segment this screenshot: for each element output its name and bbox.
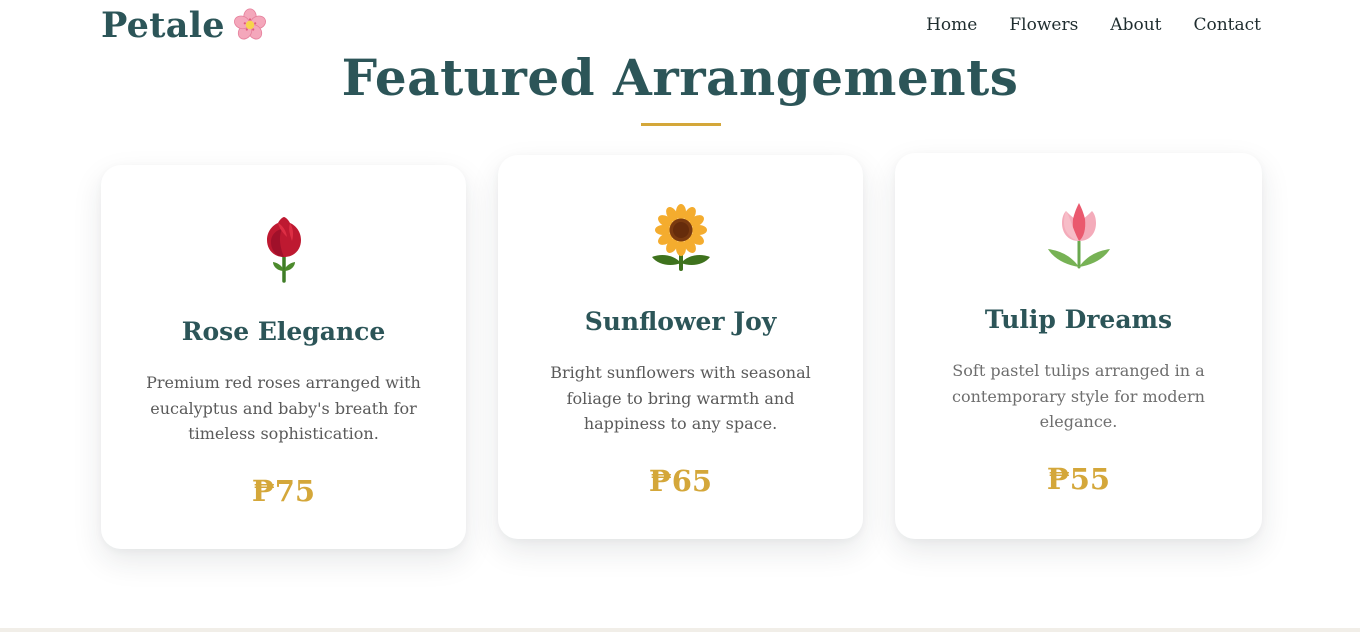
nav-flowers-link[interactable]: Flowers (1009, 15, 1078, 35)
site-header: Petale Home Flowers About Contact (101, 0, 1261, 50)
product-card-rose[interactable]: Rose Elegance Premium red roses arranged… (101, 165, 466, 549)
nav-home-link[interactable]: Home (926, 15, 977, 35)
product-description: Bright sunflowers with seasonal foliage … (550, 363, 811, 433)
nav-about-link[interactable]: About (1110, 15, 1161, 35)
product-price: ₱75 (251, 474, 316, 508)
product-price: ₱55 (1046, 462, 1111, 496)
product-name: Sunflower Joy (584, 307, 777, 336)
sunflower-icon (651, 204, 710, 271)
product-card-sunflower[interactable]: Sunflower Joy Bright sunflowers with sea… (498, 155, 863, 539)
section-title: Featured Arrangements (341, 48, 1019, 107)
product-price: ₱65 (648, 464, 713, 498)
product-description: Premium red roses arranged with eucalypt… (146, 373, 421, 443)
product-name: Rose Elegance (181, 317, 386, 346)
cherry-blossom-icon (233, 8, 266, 40)
brand-name: Petale (101, 4, 225, 46)
product-description: Soft pastel tulips arranged in a contemp… (952, 361, 1205, 431)
product-name: Tulip Dreams (984, 305, 1173, 334)
product-card-tulip[interactable]: Tulip Dreams Soft pastel tulips arranged… (895, 153, 1262, 539)
brand-logo[interactable]: Petale (101, 5, 267, 46)
rose-icon (266, 217, 301, 283)
footer-edge (0, 628, 1360, 632)
nav-contact-link[interactable]: Contact (1193, 15, 1261, 35)
tulip-icon (1047, 203, 1110, 269)
title-underline (641, 123, 721, 126)
main-nav: Home Flowers About Contact (926, 15, 1261, 35)
